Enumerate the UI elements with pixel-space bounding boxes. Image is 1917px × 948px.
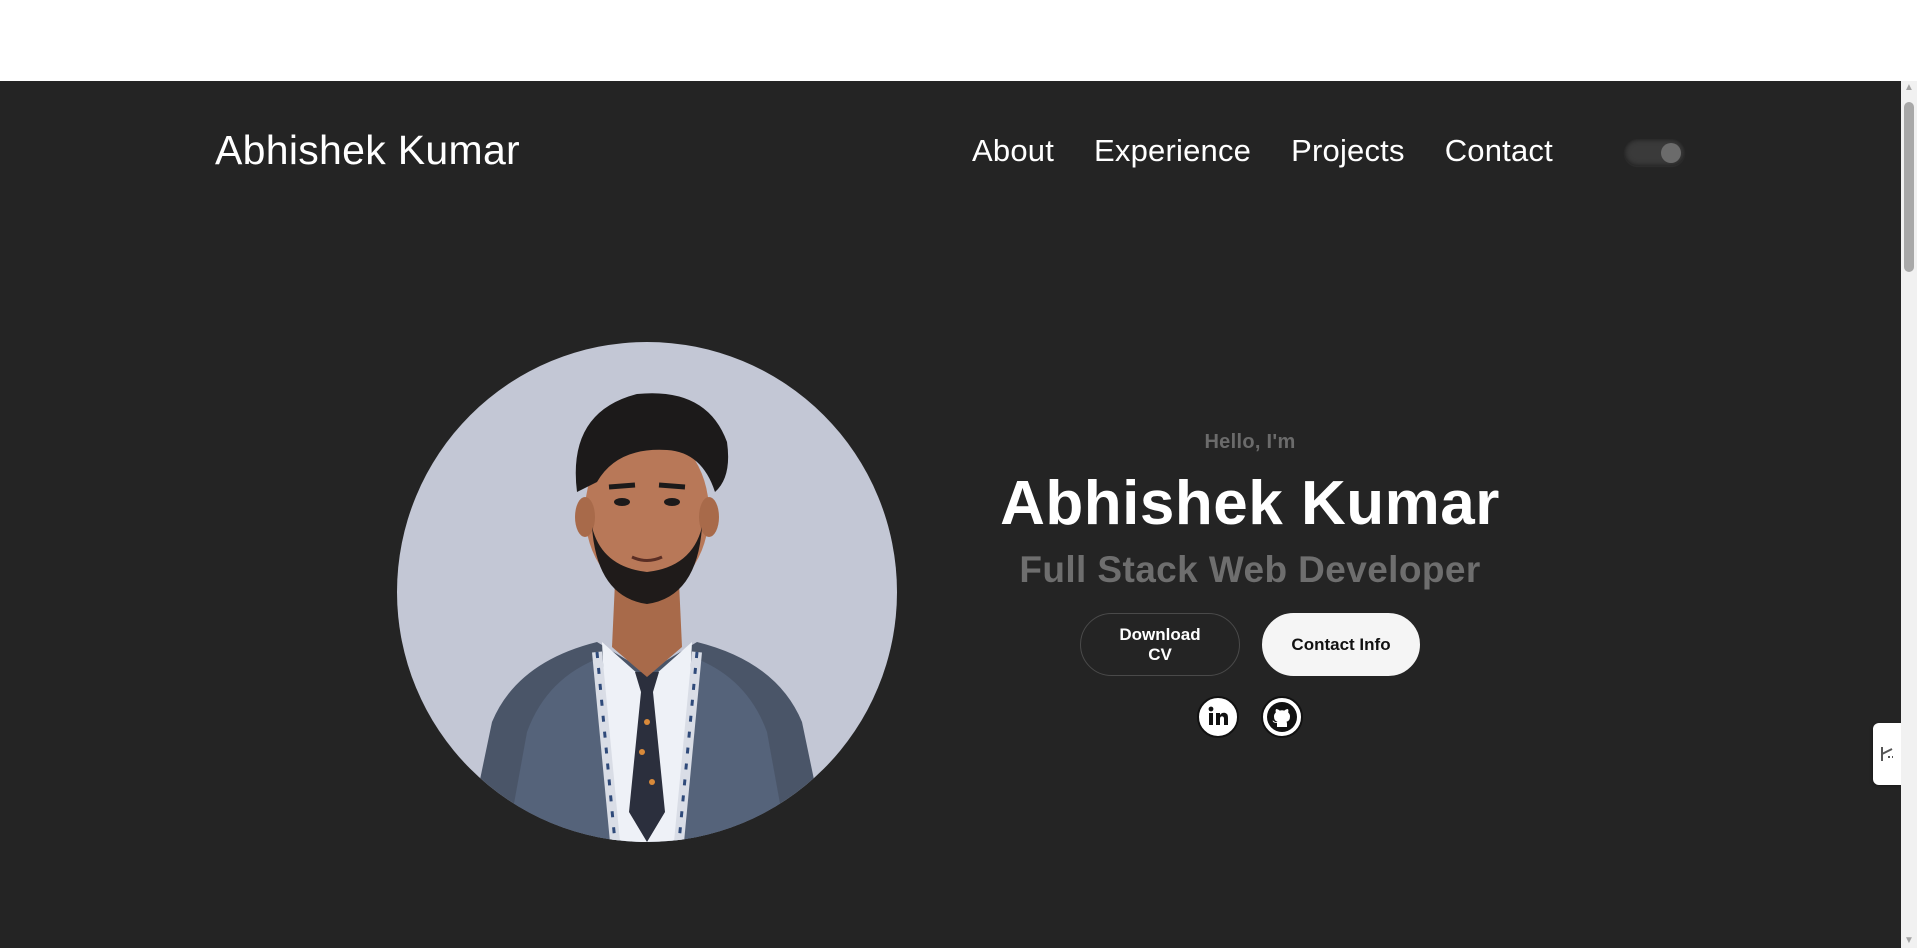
theme-toggle[interactable] [1624, 139, 1685, 166]
profile-photo [397, 342, 897, 842]
page-body: Abhishek Kumar About Experience Projects… [0, 81, 1901, 948]
browser-top-area [0, 0, 1917, 81]
nav-about[interactable]: About [972, 133, 1054, 169]
main-nav: About Experience Projects Contact [972, 133, 1593, 169]
scroll-down-icon[interactable]: ▼ [1901, 934, 1917, 948]
site-logo[interactable]: Abhishek Kumar [215, 127, 520, 174]
hero-name: Abhishek Kumar [1000, 469, 1500, 538]
social-links [950, 696, 1550, 738]
profile-portrait [467, 393, 827, 842]
github-icon[interactable] [1261, 696, 1303, 738]
scroll-up-icon[interactable]: ▲ [1901, 81, 1917, 95]
nav-contact[interactable]: Contact [1445, 133, 1553, 169]
scroll-thumb[interactable] [1904, 102, 1914, 272]
download-cv-button[interactable]: Download CV [1080, 613, 1240, 676]
widget-icon [1881, 747, 1893, 761]
nav-projects[interactable]: Projects [1291, 133, 1405, 169]
vertical-scrollbar[interactable]: ▲ ▼ [1901, 81, 1917, 948]
nav-experience[interactable]: Experience [1094, 133, 1251, 169]
hero-buttons: Download CV Contact Info [950, 613, 1550, 676]
toggle-knob [1661, 143, 1681, 163]
contact-info-button[interactable]: Contact Info [1262, 613, 1420, 676]
hero-section: Hello, I'm Abhishek Kumar Full Stack Web… [950, 431, 1550, 738]
linkedin-icon[interactable] [1197, 696, 1239, 738]
hero-greeting: Hello, I'm [1204, 431, 1296, 453]
side-widget-tab[interactable] [1873, 723, 1901, 785]
hero-role: Full Stack Web Developer [1019, 549, 1481, 590]
